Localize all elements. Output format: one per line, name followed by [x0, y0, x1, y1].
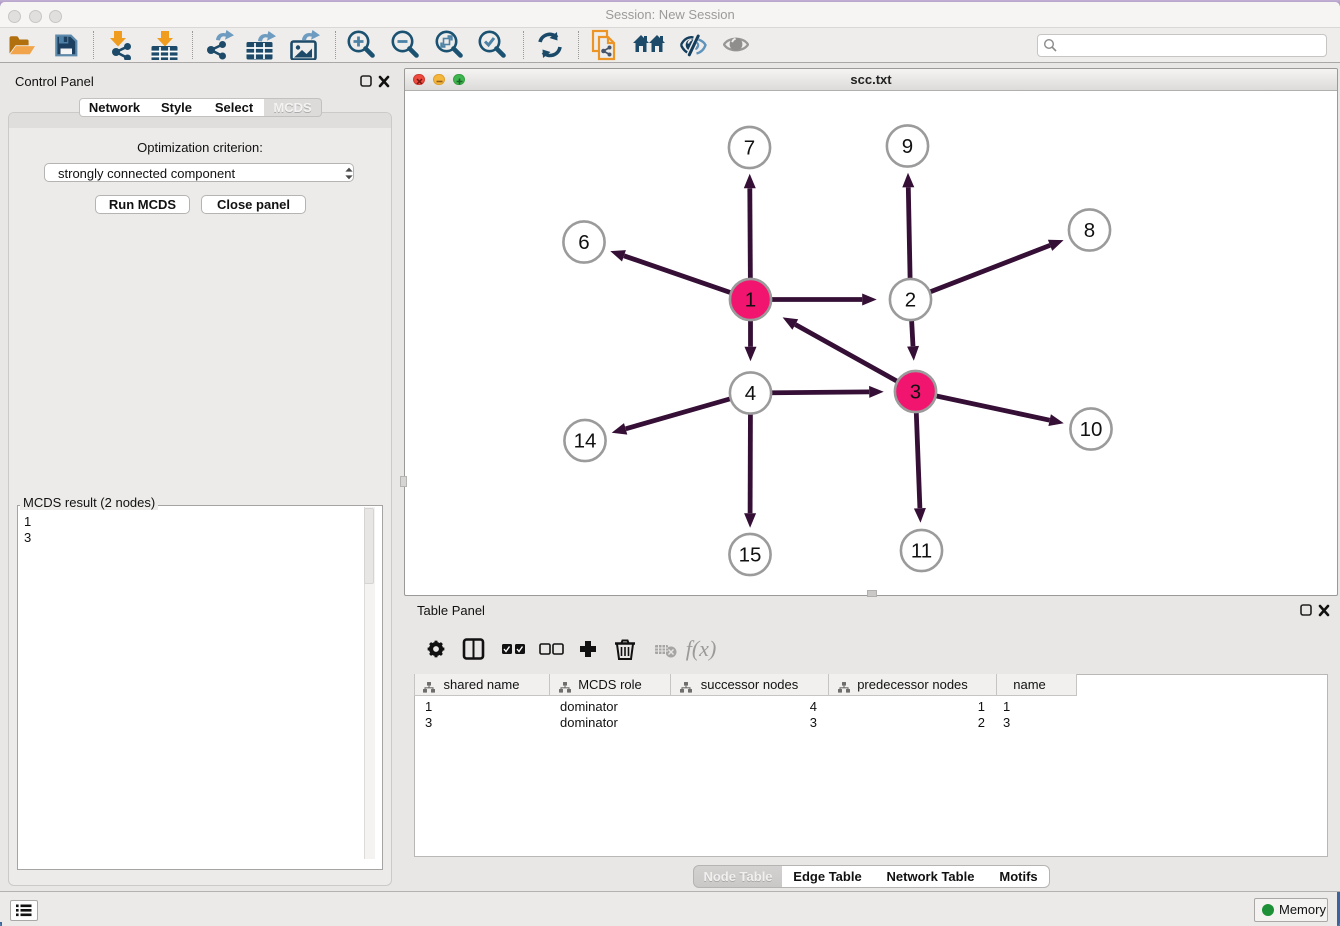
svg-text:11: 11 [911, 540, 932, 563]
svg-text:14: 14 [574, 430, 597, 453]
svg-text:2: 2 [905, 289, 916, 312]
svg-text:1: 1 [745, 289, 756, 312]
svg-text:8: 8 [1084, 219, 1095, 242]
svg-text:9: 9 [902, 135, 913, 158]
svg-text:15: 15 [739, 544, 762, 567]
svg-text:6: 6 [578, 231, 589, 254]
svg-text:4: 4 [745, 382, 756, 405]
svg-text:10: 10 [1080, 418, 1103, 441]
svg-text:3: 3 [910, 381, 921, 404]
svg-text:f(x): f(x) [686, 637, 717, 661]
svg-text:7: 7 [744, 137, 755, 160]
